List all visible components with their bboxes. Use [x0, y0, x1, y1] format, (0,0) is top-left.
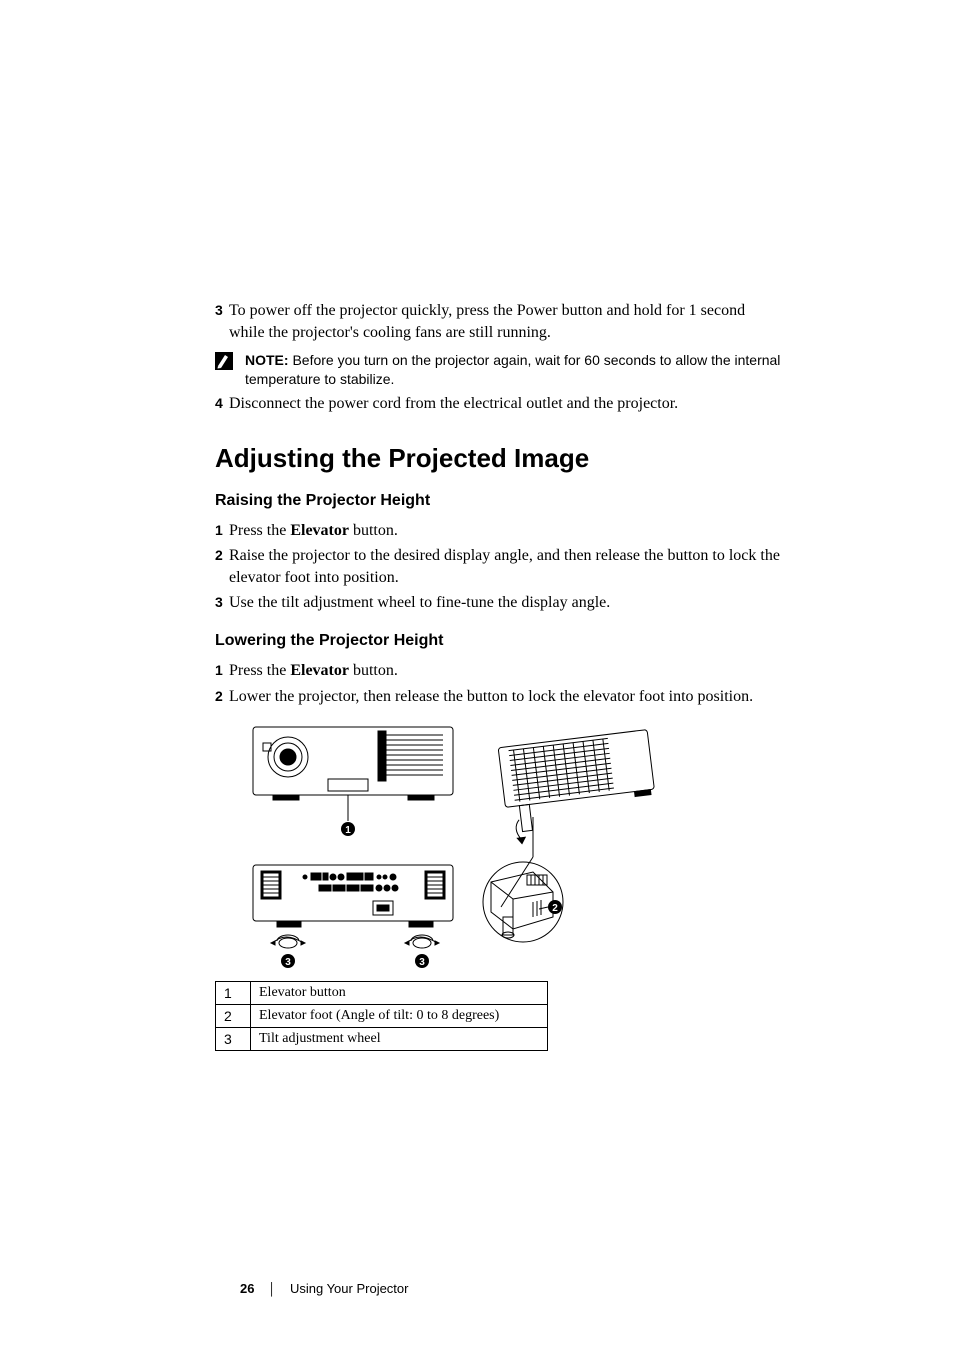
- svg-text:1: 1: [345, 825, 351, 836]
- heading-raising: Raising the Projector Height: [215, 492, 784, 510]
- part-desc: Elevator button: [251, 982, 548, 1005]
- step-number: 1: [215, 660, 229, 680]
- part-desc: Tilt adjustment wheel: [251, 1028, 548, 1051]
- raise-step-1: 1 Press the Elevator button.: [215, 520, 784, 542]
- note-block: NOTE: Before you turn on the projector a…: [215, 351, 784, 389]
- step-number: 4: [215, 393, 229, 413]
- parts-table: 1 Elevator button 2 Elevator foot (Angle…: [215, 981, 548, 1051]
- part-index: 3: [216, 1028, 251, 1051]
- step-text: Lower the projector, then release the bu…: [229, 686, 784, 708]
- note-text: NOTE: Before you turn on the projector a…: [245, 351, 784, 389]
- step-text: Raise the projector to the desired displ…: [229, 545, 784, 588]
- step-4-disconnect: 4 Disconnect the power cord from the ele…: [215, 393, 784, 415]
- part-index: 2: [216, 1005, 251, 1028]
- step-3-poweroff: 3 To power off the projector quickly, pr…: [215, 300, 784, 343]
- table-row: 1 Elevator button: [216, 982, 548, 1005]
- step-number: 3: [215, 300, 229, 320]
- page-content: 3 To power off the projector quickly, pr…: [0, 0, 954, 1111]
- svg-text:3: 3: [285, 957, 291, 968]
- step-number: 3: [215, 592, 229, 612]
- step-number: 2: [215, 686, 229, 706]
- svg-text:2: 2: [552, 903, 558, 914]
- lower-step-2: 2 Lower the projector, then release the …: [215, 686, 784, 708]
- lower-step-1: 1 Press the Elevator button.: [215, 660, 784, 682]
- part-desc: Elevator foot (Angle of tilt: 0 to 8 deg…: [251, 1005, 548, 1028]
- heading-adjusting: Adjusting the Projected Image: [215, 443, 784, 474]
- note-body: Before you turn on the projector again, …: [245, 352, 780, 387]
- table-row: 2 Elevator foot (Angle of tilt: 0 to 8 d…: [216, 1005, 548, 1028]
- page-number: 26: [240, 1281, 254, 1296]
- step-text: Disconnect the power cord from the elect…: [229, 393, 784, 415]
- projector-figure: 1: [233, 717, 663, 971]
- step-text: Press the Elevator button.: [229, 660, 784, 682]
- svg-text:3: 3: [419, 957, 425, 968]
- footer-separator: │: [268, 1282, 276, 1296]
- raise-step-3: 3 Use the tilt adjustment wheel to fine-…: [215, 592, 784, 614]
- note-label: NOTE:: [245, 352, 289, 368]
- heading-lowering: Lowering the Projector Height: [215, 632, 784, 650]
- raise-step-2: 2 Raise the projector to the desired dis…: [215, 545, 784, 588]
- part-index: 1: [216, 982, 251, 1005]
- step-number: 2: [215, 545, 229, 565]
- step-number: 1: [215, 520, 229, 540]
- step-text: Use the tilt adjustment wheel to fine-tu…: [229, 592, 784, 614]
- note-icon: [215, 352, 233, 370]
- step-text: Press the Elevator button.: [229, 520, 784, 542]
- table-row: 3 Tilt adjustment wheel: [216, 1028, 548, 1051]
- chapter-title: Using Your Projector: [290, 1281, 409, 1296]
- page-footer: 26 │ Using Your Projector: [240, 1281, 408, 1296]
- step-text: To power off the projector quickly, pres…: [229, 300, 784, 343]
